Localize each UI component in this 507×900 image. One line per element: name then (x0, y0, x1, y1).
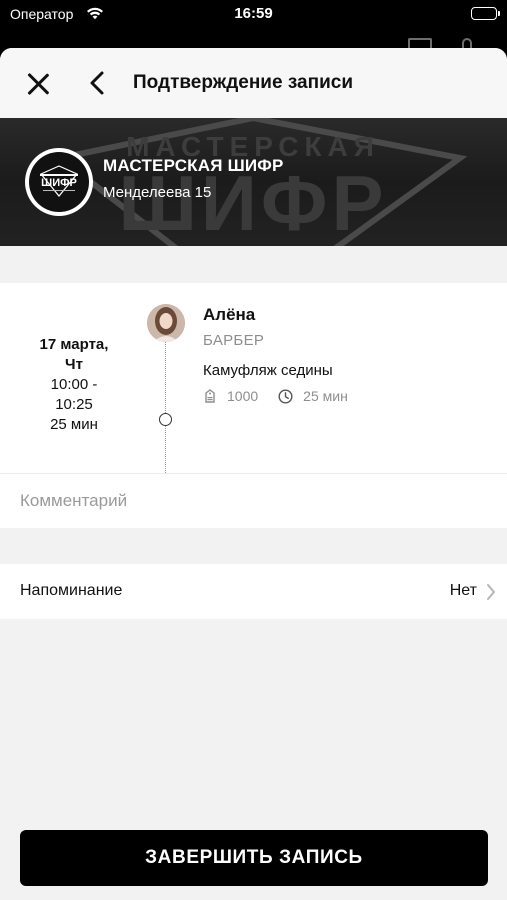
reminder-value: Нет (449, 582, 477, 599)
clock-icon (278, 388, 293, 404)
service-price: 1000 (227, 388, 259, 404)
booking-confirmation-sheet: Подтверждение записи МАСТЕРСКАЯ ШИФР ШИФ… (0, 48, 507, 900)
salon-logo: ШИФР (25, 148, 93, 216)
booking-details: 17 марта, Чт 10:00 - 10:25 25 мин Алёна … (0, 283, 507, 504)
service-meta: 1000 25 мин (203, 388, 348, 404)
service-timeline-dot (159, 413, 172, 426)
chevron-right-icon (485, 582, 497, 602)
salon-banner: МАСТЕРСКАЯ ШИФР ШИФР МАСТЕРСКАЯ ШИФР Мен… (0, 118, 507, 246)
avatar (147, 304, 185, 342)
salon-address: Менделеева 15 (103, 184, 212, 201)
booking-weekday: Чт (65, 356, 83, 373)
reminder-label: Напоминание (20, 582, 123, 599)
booking-duration: 25 мин (50, 416, 98, 433)
master-role: БАРБЕР (203, 332, 265, 349)
comment-input[interactable] (0, 474, 507, 528)
back-chevron-icon[interactable] (84, 68, 112, 98)
close-icon[interactable] (26, 72, 50, 96)
status-time: 16:59 (234, 5, 273, 22)
reminder-row[interactable]: Напоминание Нет (0, 564, 507, 619)
salon-name: МАСТЕРСКАЯ ШИФР (103, 156, 284, 175)
price-tag-icon (203, 389, 217, 403)
status-bar: Оператор 16:59 (0, 0, 507, 30)
booking-date: 17 марта, (39, 336, 109, 353)
service-duration: 25 мин (303, 388, 348, 404)
master-name: Алёна (203, 305, 256, 324)
service-name: Камуфляж седины (203, 362, 333, 379)
booking-time-end: 10:25 (55, 396, 93, 413)
salon-logo-text: ШИФР (41, 177, 77, 189)
page-title: Подтверждение записи (133, 72, 353, 93)
nav-bar: Подтверждение записи (0, 48, 507, 118)
battery-icon (471, 7, 500, 20)
booking-time-start: 10:00 - (50, 376, 98, 393)
booking-date-time: 17 марта, Чт 10:00 - 10:25 25 мин (14, 335, 134, 435)
finish-booking-button[interactable]: ЗАВЕРШИТЬ ЗАПИСЬ (20, 830, 488, 886)
comment-field-row (0, 473, 507, 528)
